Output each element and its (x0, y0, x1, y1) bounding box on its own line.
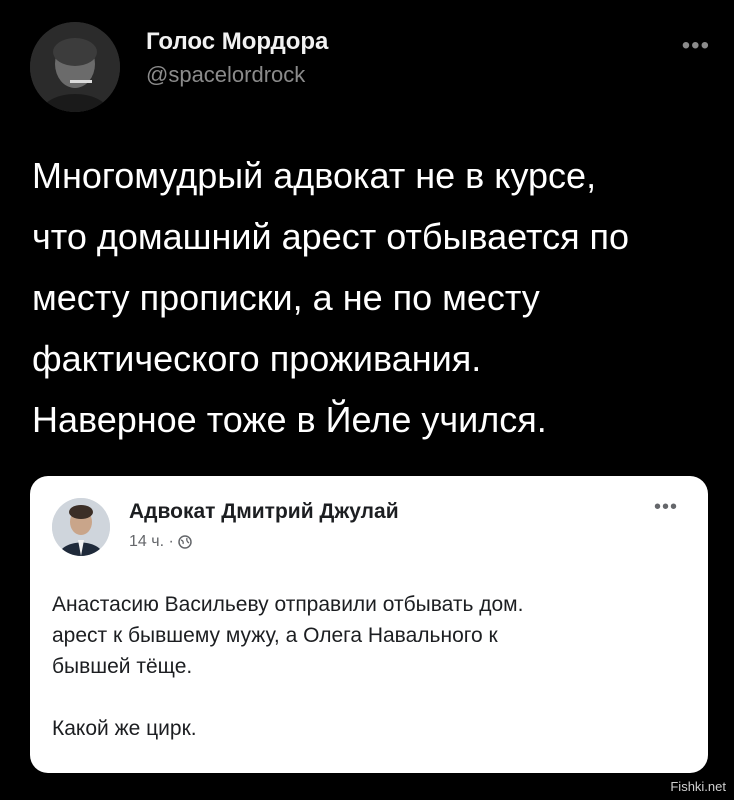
post-author-name[interactable]: Адвокат Дмитрий Джулай (129, 500, 399, 524)
tweet-header: Голос Мордора @spacelordrock ••• (30, 22, 710, 112)
post-author-avatar[interactable] (52, 498, 110, 556)
tweet-text: Многомудрый адвокат не в курсе, что дома… (32, 155, 630, 440)
post-meta: 14 ч. · (129, 533, 192, 551)
author-avatar[interactable] (30, 22, 120, 112)
more-horizontal-icon[interactable]: ••• (682, 32, 710, 60)
author-name[interactable]: Голос Мордора (146, 28, 328, 56)
more-horizontal-icon[interactable]: ••• (654, 496, 678, 519)
post-time[interactable]: 14 ч. · (129, 533, 174, 551)
embedded-post-card: Адвокат Дмитрий Джулай 14 ч. · ••• Анаст… (30, 476, 708, 773)
globe-icon (178, 535, 192, 549)
author-handle[interactable]: @spacelordrock (146, 62, 305, 88)
watermark: Fishki.net (670, 779, 726, 794)
post-text: Анастасию Васильеву отправили отбывать д… (52, 593, 524, 740)
